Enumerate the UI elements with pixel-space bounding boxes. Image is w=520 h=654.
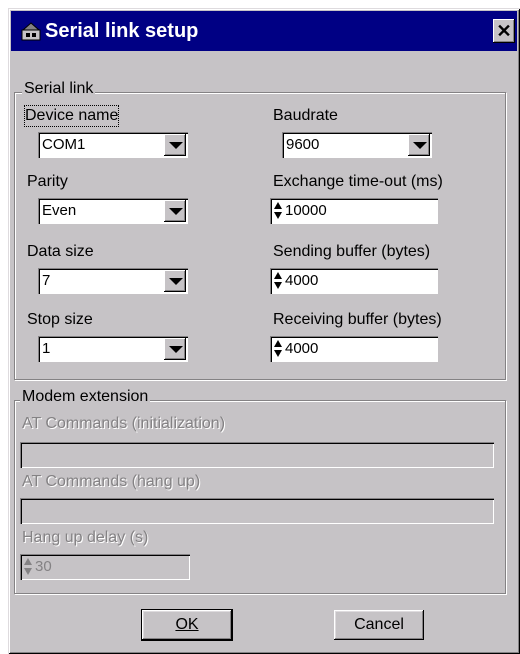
chevron-down-icon[interactable] — [164, 200, 186, 222]
data-size-combo[interactable]: 7 — [38, 268, 188, 294]
stop-size-label: Stop size — [27, 311, 93, 328]
baudrate-value: 9600 — [286, 136, 320, 153]
spinner-arrows-icon[interactable] — [273, 340, 283, 358]
device-name-value: COM1 — [42, 136, 86, 153]
stop-size-combo[interactable]: 1 — [38, 336, 188, 362]
dialog-window: Serial link setup ✕ Serial link Device n… — [8, 8, 520, 654]
device-name-combo[interactable]: COM1 — [38, 132, 188, 158]
at-init-label: AT Commands (initialization) — [22, 415, 226, 432]
spinner-arrows-icon[interactable] — [273, 272, 283, 290]
receiving-buffer-spinner[interactable]: 4000 — [270, 336, 438, 362]
at-init-field[interactable] — [20, 442, 494, 468]
chevron-down-icon[interactable] — [164, 338, 186, 360]
parity-label: Parity — [27, 173, 68, 190]
receiving-buffer-value: 4000 — [285, 340, 319, 357]
sending-buffer-value: 4000 — [285, 272, 319, 289]
data-size-value: 7 — [42, 272, 51, 289]
parity-combo[interactable]: Even — [38, 198, 188, 224]
spinner-arrows-icon[interactable] — [23, 558, 33, 576]
parity-value: Even — [42, 202, 77, 219]
baudrate-combo[interactable]: 9600 — [282, 132, 432, 158]
cancel-button-label: Cancel — [354, 616, 404, 633]
hangup-delay-label: Hang up delay (s) — [22, 529, 149, 546]
exchange-timeout-value: 10000 — [285, 202, 327, 219]
app-icon — [21, 22, 41, 41]
at-hangup-label: AT Commands (hang up) — [22, 473, 201, 490]
data-size-label: Data size — [27, 243, 94, 260]
spinner-arrows-icon[interactable] — [273, 202, 283, 220]
ok-button-label: OK — [175, 616, 199, 633]
hangup-delay-spinner[interactable]: 30 — [20, 554, 190, 580]
title-bar[interactable]: Serial link setup ✕ — [11, 11, 517, 51]
chevron-down-icon[interactable] — [164, 270, 186, 292]
sending-buffer-spinner[interactable]: 4000 — [270, 268, 438, 294]
sending-buffer-label: Sending buffer (bytes) — [273, 243, 431, 260]
at-hangup-field[interactable] — [20, 498, 494, 524]
serial-link-group-label: Serial link — [22, 80, 96, 98]
close-icon: ✕ — [496, 21, 512, 41]
cancel-button[interactable]: Cancel — [334, 610, 424, 640]
device-name-label: Device name — [23, 105, 120, 127]
chevron-down-icon[interactable] — [164, 134, 186, 156]
chevron-down-icon[interactable] — [408, 134, 430, 156]
exchange-timeout-label: Exchange time-out (ms) — [273, 173, 443, 190]
baudrate-label: Baudrate — [273, 107, 338, 124]
modem-extension-group-label: Modem extension — [20, 388, 151, 406]
ok-button[interactable]: OK — [142, 610, 232, 640]
window-title: Serial link setup — [45, 20, 199, 42]
exchange-timeout-spinner[interactable]: 10000 — [270, 198, 438, 224]
receiving-buffer-label: Receiving buffer (bytes) — [273, 311, 442, 328]
hangup-delay-value: 30 — [35, 558, 52, 575]
close-button[interactable]: ✕ — [493, 19, 515, 43]
stop-size-value: 1 — [42, 340, 51, 357]
